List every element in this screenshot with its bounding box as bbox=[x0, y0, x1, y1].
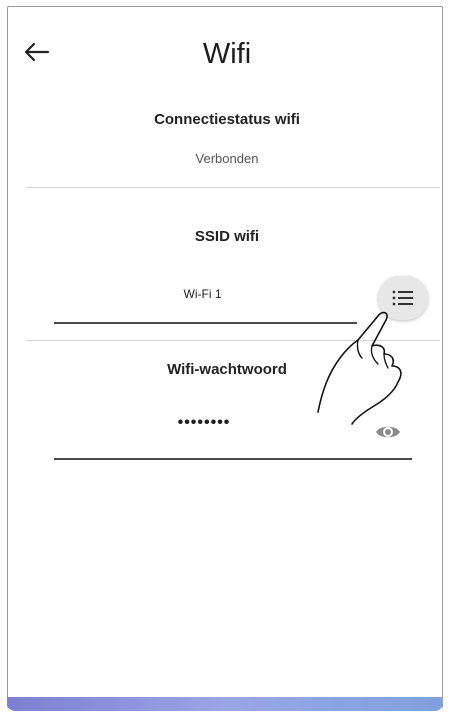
page-title: Wifi bbox=[202, 38, 252, 70]
password-field-underline bbox=[54, 458, 412, 460]
eye-icon[interactable] bbox=[375, 423, 401, 441]
connection-status-value: Verbonden bbox=[195, 151, 259, 166]
divider-ssid bbox=[26, 340, 440, 341]
password-label: Wifi-wachtwoord bbox=[167, 361, 287, 378]
ssid-field-underline bbox=[54, 322, 357, 324]
divider-status bbox=[26, 187, 440, 188]
ssid-label: SSID wifi bbox=[194, 228, 260, 245]
list-icon bbox=[392, 290, 413, 306]
ssid-input[interactable]: Wi-Fi 1 bbox=[140, 287, 265, 301]
bottom-accent-bar bbox=[7, 697, 443, 711]
password-input[interactable]: •••••••• bbox=[120, 414, 288, 432]
connection-status-label: Connectiestatus wifi bbox=[154, 111, 300, 128]
ssid-list-button[interactable] bbox=[378, 276, 428, 320]
